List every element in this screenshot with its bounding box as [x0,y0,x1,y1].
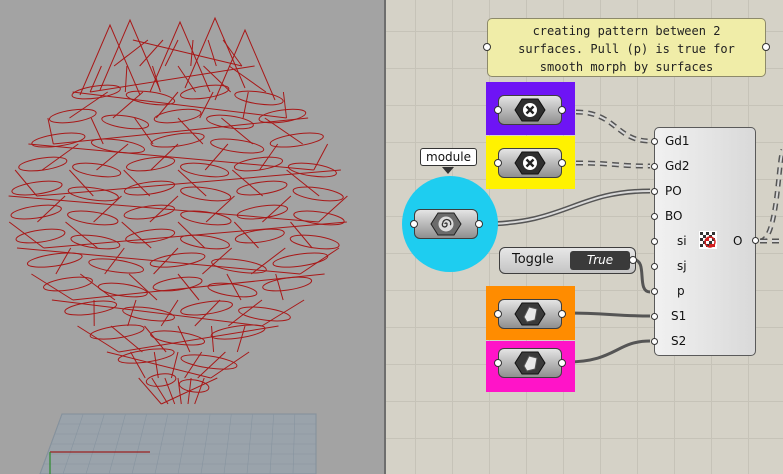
cross-hex-icon [514,151,546,175]
input-grip-gd1[interactable] [651,138,658,145]
output-grip-o[interactable] [752,237,759,244]
wire-po [481,188,651,227]
pattern-geometry [8,16,348,405]
input-label-bo: BO [665,209,683,223]
toggle-label: Toggle [512,252,554,267]
pattern-component[interactable]: Gd1 Gd2 PO BO si sj p S1 S2 O [651,127,759,356]
surface-hex-icon [514,302,546,326]
note-grip-left[interactable] [483,43,491,51]
gd2-param-input[interactable] [494,159,502,167]
input-label-s2: S2 [671,334,687,348]
input-label-gd1: Gd1 [665,134,690,148]
input-label-gd2: Gd2 [665,159,690,173]
wire-gd1 [575,109,651,144]
wire-s1 [565,311,651,318]
gd1-param-input[interactable] [494,106,502,114]
pattern-grid-icon [699,231,717,249]
input-grip-gd2[interactable] [651,163,658,170]
gd1-param-output[interactable] [558,106,566,114]
tooltip-pointer [442,167,454,174]
module-param-input[interactable] [410,220,418,228]
output-label-o: O [733,234,743,248]
input-grip-s1[interactable] [651,313,658,320]
module-param[interactable] [414,209,478,239]
input-grip-sj[interactable] [651,263,658,270]
input-grip-si[interactable] [651,238,658,245]
input-label-po: PO [665,184,682,198]
module-tooltip: module [420,148,477,166]
s2-param-output[interactable] [558,359,566,367]
scribble-note[interactable]: creating pattern between 2 surfaces. Pul… [487,18,766,77]
input-label-p: p [677,284,685,298]
gd2-param-output[interactable] [558,159,566,167]
wire-s2 [565,339,651,364]
surface-param-s1[interactable] [498,299,562,329]
surface-hex-icon [514,351,546,375]
note-line-3: smooth morph by surfaces [539,60,714,74]
note-line-1: creating pattern between 2 [532,24,721,38]
input-label-s1: S1 [671,309,687,323]
s1-param-input[interactable] [494,310,502,318]
note-grip-right[interactable] [762,43,770,51]
input-grip-s2[interactable] [651,338,658,345]
geometry-param-gd1[interactable] [498,95,562,125]
viewport-scene [8,16,348,474]
grasshopper-canvas[interactable]: creating pattern between 2 surfaces. Pul… [386,0,783,474]
s1-param-output[interactable] [558,310,566,318]
toggle-output[interactable] [629,256,637,264]
input-grip-po[interactable] [651,188,658,195]
input-label-si: si [677,234,687,248]
surface-param-s2[interactable] [498,348,562,378]
cross-hex-icon [514,98,546,122]
spiral-hex-icon [430,212,462,236]
note-line-2: surfaces. Pull (p) is true for [518,42,735,56]
input-label-sj: sj [677,259,687,273]
input-grip-bo[interactable] [651,213,658,220]
rhino-viewport[interactable] [0,0,384,474]
construction-grid [39,413,317,474]
s2-param-input[interactable] [494,359,502,367]
wire-p [633,258,651,294]
toggle-value[interactable]: True [570,251,630,270]
geometry-param-gd2[interactable] [498,148,562,178]
boolean-toggle[interactable]: Toggle True [499,247,636,274]
module-param-output[interactable] [475,220,483,228]
input-grip-p[interactable] [651,288,658,295]
